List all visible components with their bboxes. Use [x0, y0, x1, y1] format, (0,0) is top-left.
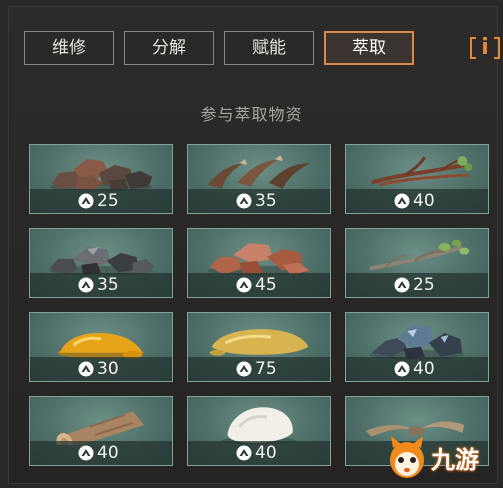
branch-icon [369, 239, 470, 271]
chevron-circle-icon [236, 445, 252, 461]
count-value: 40 [413, 359, 435, 379]
info-button[interactable]: i [466, 31, 503, 65]
count-value: 35 [255, 191, 277, 211]
material-card-wood-log[interactable]: 40 [29, 396, 173, 466]
count-value: 25 [413, 275, 435, 295]
fox-mascot-icon [390, 436, 424, 478]
tab-repair[interactable]: 维修 [24, 31, 114, 65]
material-card-claws[interactable]: 35 [187, 144, 331, 214]
count-value: 75 [255, 359, 277, 379]
chevron-circle-icon [394, 361, 410, 377]
material-count: 25 [78, 190, 119, 212]
tab-decompose[interactable]: 分解 [124, 31, 214, 65]
material-count: 40 [394, 358, 435, 380]
chevron-circle-icon [394, 193, 410, 209]
material-card-crystal-ore[interactable]: 40 [345, 312, 489, 382]
chevron-circle-icon [394, 277, 410, 293]
chevron-circle-icon [236, 277, 252, 293]
material-card-gold-liquid[interactable]: 75 [187, 312, 331, 382]
ore-chunks-icon [49, 159, 153, 192]
info-icon: i [481, 35, 489, 60]
chevron-circle-icon [236, 361, 252, 377]
material-count: 75 [236, 358, 277, 380]
jiuyou-watermark: 九游 [387, 432, 497, 482]
material-count: 30 [78, 358, 119, 380]
material-card-roots[interactable]: 40 [345, 144, 489, 214]
amber-resin-icon [57, 333, 145, 359]
count-value: 40 [413, 191, 435, 211]
material-count: 25 [394, 274, 435, 296]
material-count: 45 [236, 274, 277, 296]
material-card-white-stone[interactable]: 40 [187, 396, 331, 466]
count-value: 40 [97, 443, 119, 463]
chevron-circle-icon [78, 361, 94, 377]
count-value: 45 [255, 275, 277, 295]
tab-empower[interactable]: 赋能 [224, 31, 314, 65]
chevron-circle-icon [78, 277, 94, 293]
section-title: 参与萃取物资 [200, 105, 303, 124]
crystal-ore-icon [369, 325, 465, 360]
material-count: 35 [78, 274, 119, 296]
material-card-red-stones[interactable]: 45 [187, 228, 331, 298]
tab-extract[interactable]: 萃取 [324, 31, 414, 65]
chevron-circle-icon [78, 445, 94, 461]
count-value: 40 [255, 443, 277, 463]
roots-icon [371, 156, 473, 187]
tab-bar: 维修 分解 赋能 萃取 i [24, 31, 500, 69]
bracket-left [470, 37, 476, 59]
watermark-text: 九游 [431, 445, 479, 474]
bracket-right [494, 37, 500, 59]
material-card-dark-stones[interactable]: 35 [29, 228, 173, 298]
dark-stones-icon [49, 247, 155, 276]
chevron-circle-icon [78, 193, 94, 209]
material-card-branch[interactable]: 25 [345, 228, 489, 298]
white-stone-icon [221, 407, 297, 445]
claws-icon [207, 155, 311, 189]
count-value: 25 [97, 191, 119, 211]
red-stones-icon [207, 243, 311, 276]
material-count: 40 [394, 190, 435, 212]
count-value: 35 [97, 275, 119, 295]
material-card-amber[interactable]: 30 [29, 312, 173, 382]
chevron-circle-icon [236, 193, 252, 209]
material-card-ore[interactable]: 25 [29, 144, 173, 214]
wood-log-icon [56, 411, 145, 445]
material-count: 40 [78, 442, 119, 464]
gold-liquid-icon [209, 329, 309, 356]
material-count: 35 [236, 190, 277, 212]
count-value: 30 [97, 359, 119, 379]
material-count: 40 [236, 442, 277, 464]
